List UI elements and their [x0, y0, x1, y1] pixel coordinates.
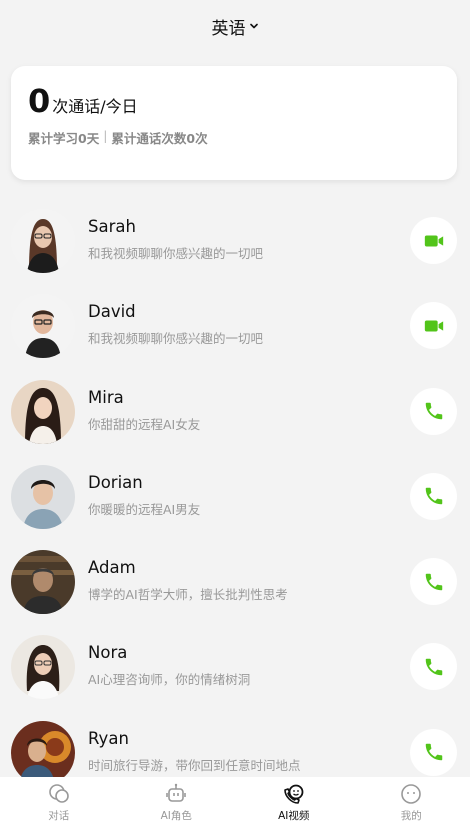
phone-call-button[interactable]: [410, 728, 457, 776]
contact-row-adam[interactable]: Adam 博学的AI哲学大师，擅长批判性思考: [0, 539, 470, 624]
tab-label: AI视频: [278, 809, 310, 822]
contact-row-mira[interactable]: Mira 你甜甜的远程AI女友: [0, 369, 470, 454]
robot-icon: [166, 783, 187, 802]
phone-icon: [425, 573, 442, 590]
phone-icon: [425, 488, 442, 505]
phone-call-button[interactable]: [410, 472, 457, 520]
contact-desc: 时间旅行导游，带你回到任意时间地点: [88, 757, 301, 773]
tab-label: AI角色: [160, 809, 192, 822]
video-camera-icon: [424, 235, 443, 246]
contact-name: Mira: [88, 387, 124, 407]
avatar: [11, 720, 75, 785]
phone-icon: [425, 402, 442, 420]
tab-label: 我的: [400, 809, 422, 822]
chevron-down-icon: [249, 23, 258, 29]
language-label: 英语: [211, 18, 246, 39]
language-selector[interactable]: 英语: [212, 14, 259, 39]
video-call-button[interactable]: [410, 217, 457, 264]
video-call-icon: [283, 784, 304, 804]
contact-name: Nora: [88, 643, 128, 663]
phone-call-button[interactable]: [410, 387, 457, 435]
contact-name: Sarah: [88, 217, 136, 236]
contact-desc: AI心理咨询师，你的情绪树洞: [88, 672, 251, 688]
video-call-button[interactable]: [410, 302, 457, 350]
tab-chat[interactable]: 对话: [0, 777, 118, 827]
tab-ai-role[interactable]: AI角色: [118, 777, 236, 827]
avatar: [11, 294, 75, 359]
contact-row-nora[interactable]: Nora AI心理咨询师，你的情绪树洞: [0, 624, 470, 709]
avatar: [11, 550, 75, 615]
header: 英语: [0, 0, 470, 52]
contact-desc: 博学的AI哲学大师，擅长批判性思考: [88, 587, 288, 603]
avatar: [11, 209, 75, 273]
stats-separator: |: [103, 128, 108, 143]
phone-call-button[interactable]: [410, 643, 457, 691]
avatar: [11, 379, 75, 444]
contact-name: Ryan: [88, 728, 129, 748]
contact-row-sarah[interactable]: Sarah 和我视频聊聊你感兴趣的一切吧: [0, 198, 470, 283]
video-camera-icon: [424, 320, 443, 332]
phone-call-button[interactable]: [410, 558, 457, 606]
contact-name: Adam: [88, 558, 136, 578]
contact-row-david[interactable]: David 和我视频聊聊你感兴趣的一切吧: [0, 283, 470, 368]
tab-profile[interactable]: 我的: [353, 777, 470, 827]
avatar: [11, 464, 75, 529]
today-call-count: 0: [28, 82, 51, 120]
avatar: [11, 635, 75, 700]
total-calls: 累计通话次数0次: [111, 131, 208, 146]
contact-name: Dorian: [88, 472, 143, 492]
contact-desc: 你暖暖的远程AI男友: [88, 501, 201, 517]
contact-desc: 和我视频聊聊你感兴趣的一切吧: [88, 246, 264, 261]
stats-card: 0 次通话/今日 累计学习0天 | 累计通话次数0次: [11, 66, 457, 180]
contact-name: David: [88, 302, 136, 322]
study-days: 累计学习0天: [28, 131, 100, 146]
phone-icon: [425, 658, 442, 676]
bottom-tab-bar: 对话 AI角色 AI视频 我的: [0, 777, 470, 827]
today-call-count-label: 次通话/今日: [52, 97, 138, 116]
contact-list: Sarah 和我视频聊聊你感兴趣的一切吧 David 和我视频聊聊你感兴趣的一切…: [0, 198, 470, 795]
contact-desc: 你甜甜的远程AI女友: [88, 416, 201, 432]
tab-label: 对话: [48, 809, 70, 822]
profile-icon: [401, 783, 422, 804]
contact-desc: 和我视频聊聊你感兴趣的一切吧: [88, 331, 264, 347]
chat-icon: [48, 783, 69, 803]
contact-row-dorian[interactable]: Dorian 你暖暖的远程AI男友: [0, 454, 470, 539]
tab-ai-video[interactable]: AI视频: [235, 777, 353, 827]
phone-icon: [425, 744, 442, 761]
